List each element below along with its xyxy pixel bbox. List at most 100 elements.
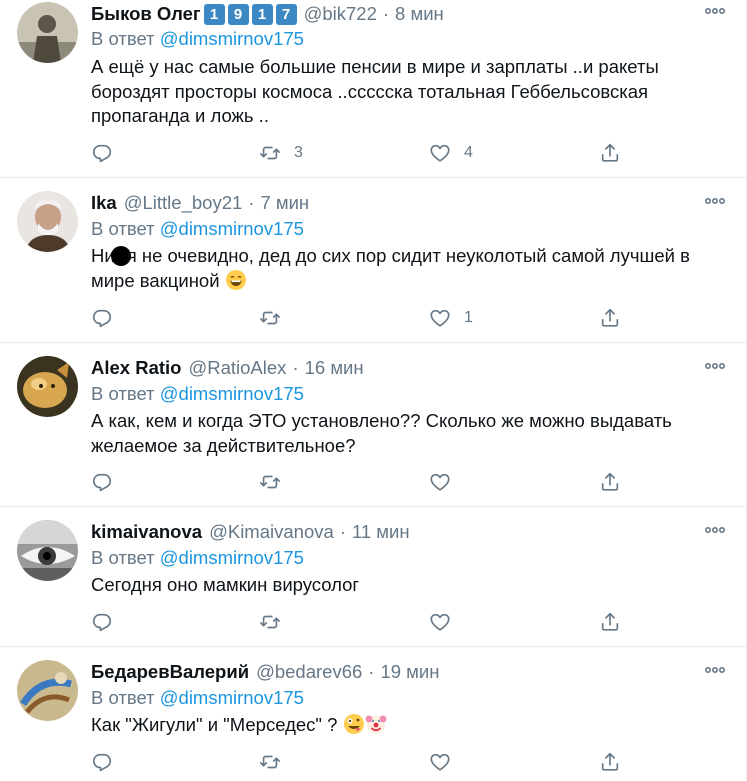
tweet-item[interactable]: БедаревВалерий @bedarev66 · 19 мин В отв…	[0, 647, 746, 781]
separator-dot: ·	[292, 357, 299, 378]
user-handle[interactable]: @bedarev66	[256, 661, 362, 683]
tweet-text: Как "Жигули" и "Мерседес" ?	[91, 713, 721, 738]
action-bar: 3 4	[91, 141, 626, 165]
separator-dot: ·	[248, 192, 255, 213]
action-bar: 1	[91, 306, 626, 330]
tweet-text: Ни я не очевидно, дед до сих пор сидит не…	[91, 244, 721, 293]
display-name[interactable]: Быков Олег	[91, 3, 201, 25]
tweet-item[interactable]: Ika @Little_boy21 · 7 мин В ответ @dimsm…	[0, 178, 746, 343]
timestamp[interactable]: 7 мин	[260, 192, 309, 214]
retweet-button[interactable]	[259, 610, 294, 634]
avatar[interactable]	[17, 660, 78, 721]
share-button[interactable]	[599, 750, 621, 774]
reply-button[interactable]	[91, 470, 113, 494]
share-button[interactable]	[599, 141, 621, 165]
keycap-badge: 1	[251, 3, 273, 25]
tweet-feed: Быков Олег 1 9 1 7 @bik722 · 8 мин В отв…	[0, 0, 747, 781]
display-name[interactable]: Ika	[91, 192, 117, 214]
more-icon[interactable]	[704, 665, 726, 675]
share-button[interactable]	[599, 306, 621, 330]
share-button[interactable]	[599, 610, 621, 634]
action-bar	[91, 750, 626, 774]
user-handle[interactable]: @RatioAlex	[188, 357, 286, 379]
retweet-button[interactable]: 3	[259, 141, 303, 165]
more-icon[interactable]	[704, 361, 726, 371]
reply-context: В ответ @dimsmirnov175	[91, 687, 304, 709]
tweet-item[interactable]: Быков Олег 1 9 1 7 @bik722 · 8 мин В отв…	[0, 0, 746, 178]
tweet-text: Сегодня оно мамкин вирусолог	[91, 574, 360, 595]
timestamp[interactable]: 11 мин	[352, 521, 410, 543]
keycap-badge: 1	[203, 3, 225, 25]
tweet-text-part: я не очевидно, дед до сих пор сидит неук…	[91, 245, 690, 291]
like-icon	[429, 751, 451, 773]
mention-link[interactable]: @dimsmirnov175	[160, 547, 304, 568]
tweet-text-part: Как "Жигули" и "Мерседес" ?	[91, 714, 338, 735]
reply-icon	[91, 611, 113, 633]
avatar[interactable]	[17, 2, 78, 63]
reply-icon	[91, 142, 113, 164]
reply-context: В ответ @dimsmirnov175	[91, 547, 304, 569]
share-icon	[599, 142, 621, 164]
tweet-header: Ika @Little_boy21 · 7 мин	[91, 190, 309, 216]
mention-link[interactable]: @dimsmirnov175	[160, 687, 304, 708]
avatar[interactable]	[17, 191, 78, 252]
timestamp[interactable]: 8 мин	[395, 3, 444, 25]
mention-link[interactable]: @dimsmirnov175	[160, 218, 304, 239]
retweet-button[interactable]	[259, 750, 294, 774]
user-handle[interactable]: @Little_boy21	[124, 192, 243, 214]
action-bar	[91, 470, 626, 494]
share-button[interactable]	[599, 470, 621, 494]
reply-button[interactable]	[91, 141, 113, 165]
display-name[interactable]: БедаревВалерий	[91, 661, 249, 683]
tweet-text: А ещё у нас самые большие пенсии в мире …	[91, 56, 659, 126]
retweet-button[interactable]	[259, 470, 294, 494]
reply-prefix: В ответ	[91, 687, 155, 708]
like-button[interactable]	[429, 470, 464, 494]
more-icon[interactable]	[704, 525, 726, 535]
display-name[interactable]: Alex Ratio	[91, 357, 181, 379]
zany-face-icon	[343, 714, 364, 734]
avatar[interactable]	[17, 356, 78, 417]
reply-context: В ответ @dimsmirnov175	[91, 28, 304, 50]
reply-button[interactable]	[91, 750, 113, 774]
retweet-icon	[259, 142, 281, 164]
clown-face-icon	[365, 715, 387, 734]
like-button[interactable]: 1	[429, 306, 473, 330]
retweet-button[interactable]	[259, 306, 294, 330]
separator-dot: ·	[368, 661, 375, 682]
like-icon	[429, 307, 451, 329]
like-count: 4	[464, 144, 473, 161]
reply-button[interactable]	[91, 610, 113, 634]
mention-link[interactable]: @dimsmirnov175	[160, 28, 304, 49]
action-bar	[91, 610, 626, 634]
tweet-item[interactable]: kimaivanova @Kimaivanova · 11 мин В отве…	[0, 507, 746, 647]
display-name[interactable]: kimaivanova	[91, 521, 202, 543]
retweet-icon	[259, 611, 281, 633]
user-handle[interactable]: @bik722	[304, 3, 377, 25]
tweet-item[interactable]: Alex Ratio @RatioAlex · 16 мин В ответ @…	[0, 343, 746, 507]
keycap-badge: 7	[275, 3, 297, 25]
retweet-icon	[259, 751, 281, 773]
user-handle[interactable]: @Kimaivanova	[209, 521, 334, 543]
retweet-icon	[259, 471, 281, 493]
reply-prefix: В ответ	[91, 547, 155, 568]
reply-button[interactable]	[91, 306, 113, 330]
share-icon	[599, 307, 621, 329]
keycap-badge: 9	[227, 3, 249, 25]
avatar[interactable]	[17, 520, 78, 581]
like-button[interactable]: 4	[429, 141, 473, 165]
timestamp[interactable]: 19 мин	[380, 661, 439, 683]
tweet-header: БедаревВалерий @bedarev66 · 19 мин	[91, 659, 439, 685]
reply-icon	[91, 751, 113, 773]
more-icon[interactable]	[704, 196, 726, 206]
more-icon[interactable]	[704, 6, 726, 16]
retweet-count: 3	[294, 144, 303, 161]
share-icon	[599, 471, 621, 493]
timestamp[interactable]: 16 мин	[305, 357, 364, 379]
reply-icon	[91, 307, 113, 329]
retweet-icon	[259, 307, 281, 329]
mention-link[interactable]: @dimsmirnov175	[160, 383, 304, 404]
share-icon	[599, 611, 621, 633]
like-button[interactable]	[429, 610, 464, 634]
like-button[interactable]	[429, 750, 464, 774]
